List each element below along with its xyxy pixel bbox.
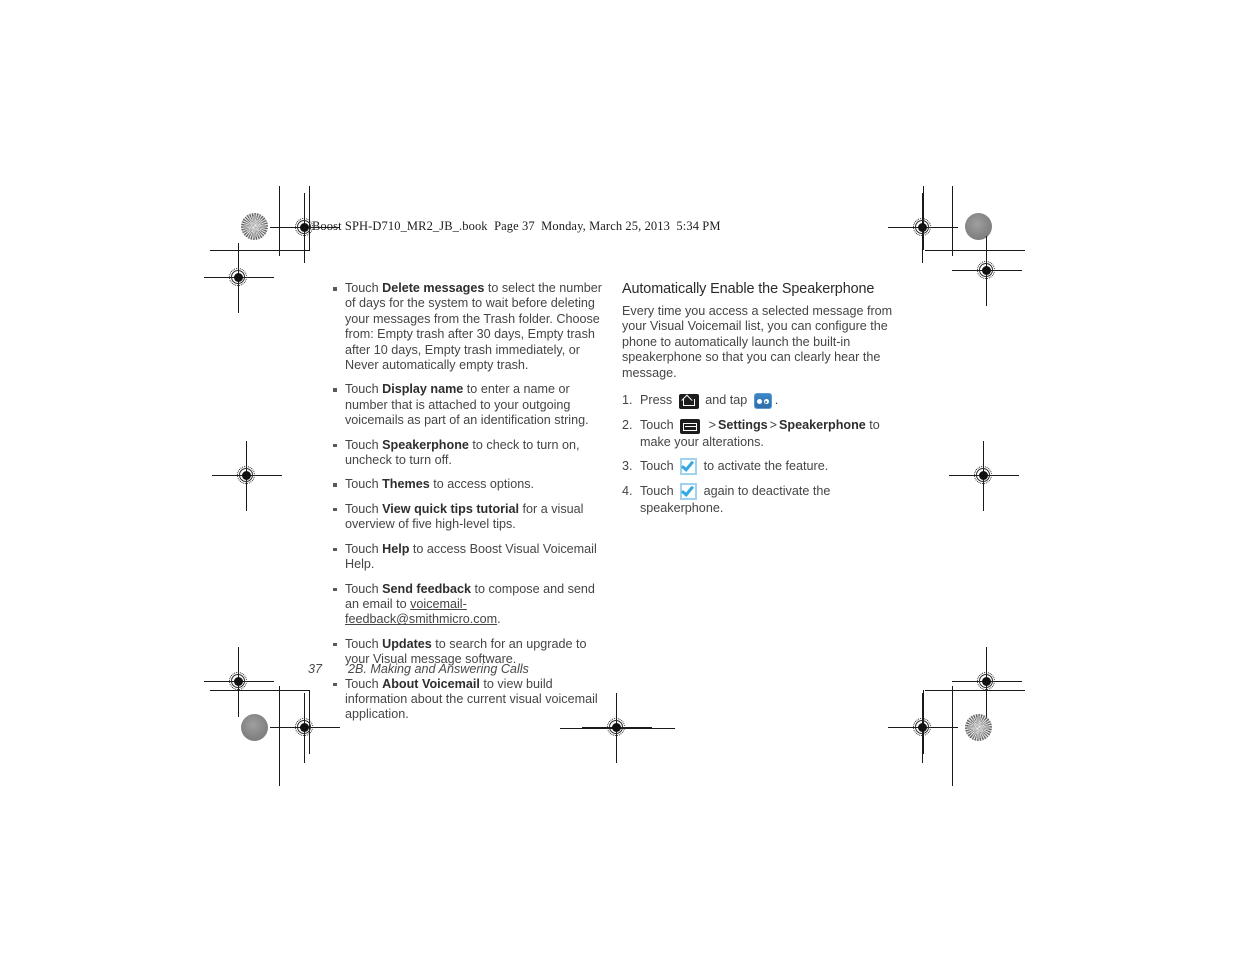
bullet-text-tail: . (497, 612, 501, 627)
intro-paragraph: Every time you access a selected message… (622, 304, 893, 380)
bullet-text-prefix: Touch (345, 281, 383, 295)
list-item: Touch Display name to enter a name or nu… (333, 382, 605, 428)
checkbox-checked-icon (680, 483, 698, 501)
bullet-text-bold: Updates (382, 636, 432, 651)
bullet-text-bold: Themes (382, 477, 430, 492)
step3-text-end: to activate the feature. (703, 459, 829, 474)
bullet-text-bold: Send feedback (382, 581, 471, 596)
step2-bold-speakerphone: Speakerphone (779, 418, 866, 433)
right-column: Automatically Enable the Speakerphone Ev… (622, 281, 914, 524)
list-item: Touch Themes to access options. (333, 477, 605, 492)
step2-separator-2: > (769, 418, 778, 433)
bullet-text-bold: Display name (382, 382, 464, 397)
page-footer: 37 2B. Making and Answering Calls (308, 662, 529, 676)
list-item: Touch Speakerphone to check to turn on, … (333, 438, 605, 469)
step-item-2: Touch > Settings > Speakerphone to make you… (622, 417, 914, 450)
bullet-text-prefix: Touch (345, 501, 383, 516)
step-item-4: Touch again to deactivate the speakerpho… (622, 483, 914, 516)
page-number: 37 (308, 662, 323, 676)
list-item: Touch Send feedback to compose and send … (333, 582, 605, 628)
bullet-text-bold: Speakerphone (382, 437, 469, 452)
step2-separator-1: > (708, 418, 716, 433)
visual-voicemail-app-icon (753, 393, 772, 410)
bullet-text-suffix: to access options. (429, 477, 535, 492)
step3-text-before: Touch (640, 459, 674, 474)
list-item: Touch About Voicemail to view build info… (333, 677, 605, 723)
numbered-steps-list: Press and tap . Touch > Settings > Speakerp… (622, 392, 914, 516)
bullet-text-prefix: Touch (345, 636, 383, 651)
bullet-text-bold: Help (382, 541, 410, 556)
section-heading: Automatically Enable the Speakerphone (622, 281, 875, 297)
list-item: Touch Help to access Boost Visual Voicem… (333, 542, 605, 573)
page-content: Touch Delete messages to select the numb… (0, 0, 1235, 954)
step1-text-end: . (774, 393, 779, 408)
list-item: Touch Delete messages to select the numb… (333, 281, 605, 373)
bullet-text-prefix: Touch (345, 581, 383, 596)
bullet-text-bold: View quick tips tutorial (382, 501, 520, 516)
menu-key-icon (680, 419, 701, 435)
step2-bold-settings: Settings (717, 418, 768, 433)
step1-text-middle: and tap (705, 393, 748, 408)
bullet-text-prefix: Touch (345, 382, 383, 397)
checkbox-checked-icon (680, 458, 698, 476)
bullet-text-prefix: Touch (345, 477, 383, 492)
step4-text-before: Touch (640, 484, 674, 499)
step1-text-before: Press (640, 393, 673, 408)
step-item-1: Press and tap . (622, 392, 914, 410)
step2-text-before: Touch (640, 418, 674, 433)
bullet-text-bold: Delete messages (382, 281, 485, 295)
bullet-text-bold: About Voicemail (382, 676, 480, 691)
bullet-text-prefix: Touch (345, 437, 383, 452)
home-key-icon (678, 394, 699, 410)
bullet-text-prefix: Touch (345, 541, 383, 556)
footer-chapter-title: 2B. Making and Answering Calls (348, 662, 529, 676)
bullet-text-prefix: Touch (345, 676, 383, 691)
step-item-3: Touch to activate the feature. (622, 458, 914, 476)
list-item: Touch View quick tips tutorial for a vis… (333, 502, 605, 533)
